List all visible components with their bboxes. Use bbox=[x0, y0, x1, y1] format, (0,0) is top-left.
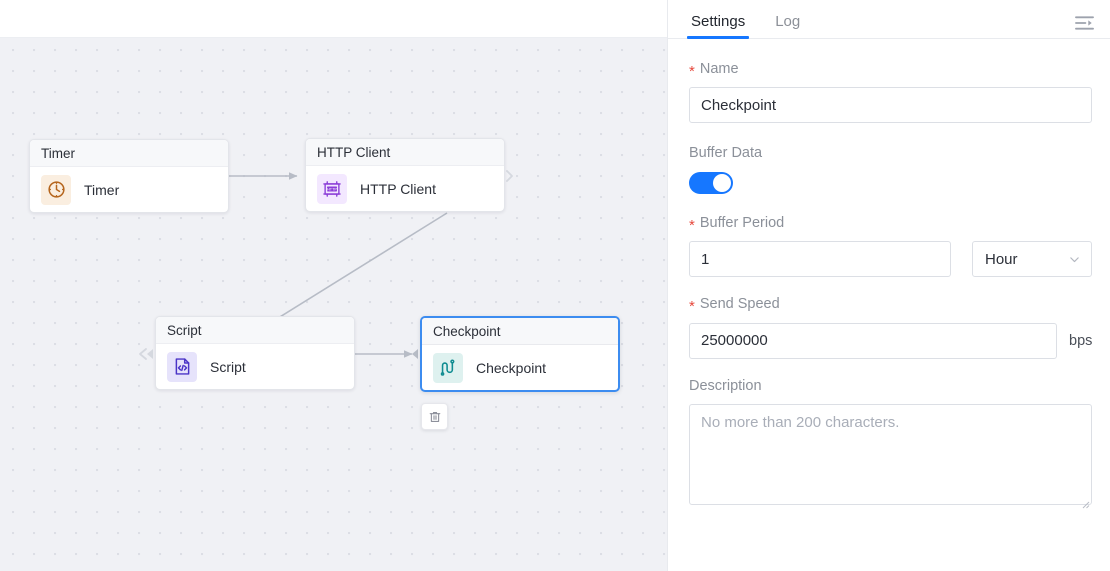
node-label: Timer bbox=[84, 182, 119, 198]
code-file-icon bbox=[167, 352, 197, 382]
port-script-in[interactable] bbox=[140, 349, 153, 359]
send-speed-unit-label: bps bbox=[1069, 333, 1092, 349]
flow-node-script[interactable]: Script Script bbox=[155, 316, 355, 390]
node-header-title: Script bbox=[156, 317, 354, 344]
node-header-title: Timer bbox=[30, 140, 228, 167]
node-header-title: Checkpoint bbox=[422, 318, 618, 345]
tab-settings-label: Settings bbox=[691, 13, 745, 30]
field-send-speed: * Send Speed bps bbox=[689, 296, 1092, 358]
field-buffer-period-label-text: Buffer Period bbox=[700, 215, 784, 232]
port-checkpoint-in[interactable] bbox=[412, 349, 418, 359]
node-body: Script bbox=[156, 344, 354, 389]
flow-canvas[interactable]: Timer Timer HTTP Client bbox=[0, 38, 667, 571]
description-wrapper bbox=[689, 404, 1092, 510]
field-send-speed-label-text: Send Speed bbox=[700, 296, 780, 313]
delete-node-button[interactable] bbox=[421, 403, 448, 430]
editor-toolbar bbox=[0, 0, 667, 38]
flow-editor: Timer Timer HTTP Client bbox=[0, 0, 667, 571]
field-buffer-period-label: * Buffer Period bbox=[689, 215, 1092, 232]
tab-log[interactable]: Log bbox=[773, 14, 802, 38]
field-name-label: * Name bbox=[689, 61, 1092, 78]
send-speed-row: bps bbox=[689, 323, 1092, 359]
flow-node-timer[interactable]: Timer Timer bbox=[29, 139, 229, 213]
buffer-period-unit-value: Hour bbox=[985, 251, 1018, 268]
field-description: Description bbox=[689, 378, 1092, 510]
node-header-title: HTTP Client bbox=[306, 139, 504, 166]
flow-node-http-client[interactable]: HTTP Client HTTP HTTP Client bbox=[305, 138, 505, 212]
trash-icon bbox=[428, 410, 442, 424]
buffer-data-toggle[interactable] bbox=[689, 172, 733, 194]
required-marker: * bbox=[689, 218, 695, 233]
panel-tab-bar: Settings Log bbox=[668, 0, 1110, 39]
field-name-label-text: Name bbox=[700, 61, 739, 78]
app-root: Timer Timer HTTP Client bbox=[0, 0, 1110, 571]
node-label: Script bbox=[210, 359, 246, 375]
field-description-label-text: Description bbox=[689, 378, 762, 395]
menu-unfold-icon[interactable] bbox=[1075, 15, 1094, 38]
settings-form: * Name Buffer Data * Buffer Period bbox=[668, 39, 1110, 510]
tab-log-label: Log bbox=[775, 13, 800, 30]
field-buffer-data-label: Buffer Data bbox=[689, 145, 1092, 162]
chevron-down-icon bbox=[1068, 253, 1081, 266]
svg-text:HTTP: HTTP bbox=[327, 187, 337, 191]
edge-layer bbox=[0, 38, 667, 571]
field-send-speed-label: * Send Speed bbox=[689, 296, 1092, 313]
node-body: HTTP HTTP Client bbox=[306, 166, 504, 211]
field-buffer-data: Buffer Data bbox=[689, 145, 1092, 193]
field-buffer-data-label-text: Buffer Data bbox=[689, 145, 762, 162]
required-marker: * bbox=[689, 299, 695, 314]
checkpoint-path-icon bbox=[433, 353, 463, 383]
node-label: Checkpoint bbox=[476, 360, 546, 376]
node-body: Checkpoint bbox=[422, 345, 618, 390]
flow-node-checkpoint[interactable]: Checkpoint Checkpoint bbox=[420, 316, 620, 392]
field-description-label: Description bbox=[689, 378, 1092, 395]
port-http-client-out[interactable] bbox=[507, 171, 512, 181]
node-label: HTTP Client bbox=[360, 181, 436, 197]
description-textarea[interactable] bbox=[689, 404, 1092, 505]
tab-settings[interactable]: Settings bbox=[689, 14, 747, 38]
field-name: * Name bbox=[689, 61, 1092, 123]
send-speed-input[interactable] bbox=[689, 323, 1057, 359]
clock-icon bbox=[41, 175, 71, 205]
settings-panel: Settings Log * Name bbox=[667, 0, 1110, 571]
buffer-period-input[interactable] bbox=[689, 241, 951, 277]
buffer-period-row: Hour bbox=[689, 241, 1092, 277]
field-buffer-period: * Buffer Period Hour bbox=[689, 215, 1092, 277]
node-body: Timer bbox=[30, 167, 228, 212]
buffer-period-unit-select[interactable]: Hour bbox=[972, 241, 1092, 277]
required-marker: * bbox=[689, 64, 695, 79]
http-icon: HTTP bbox=[317, 174, 347, 204]
name-input[interactable] bbox=[689, 87, 1092, 123]
toggle-knob bbox=[713, 174, 731, 192]
